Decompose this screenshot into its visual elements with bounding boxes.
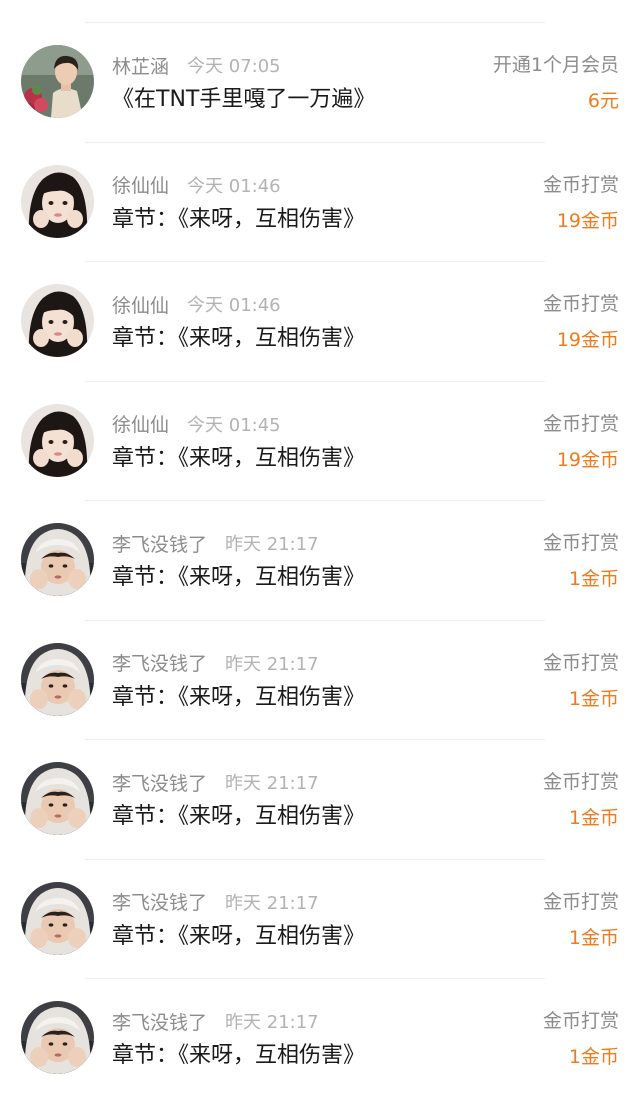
username[interactable]: 李飞没钱了 — [112, 530, 207, 557]
reward-type: 金币打赏 — [542, 771, 619, 793]
reward-amount: 1金币 — [568, 687, 619, 710]
record-meta: 李飞没钱了 昨天 21:17 — [112, 1008, 319, 1035]
record-content[interactable]: 章节：《来呀，互相伤害》 — [112, 803, 365, 831]
record-row[interactable]: 李飞没钱了 昨天 21:17 章节：《来呀，互相伤害》 金币打赏 1金币 — [0, 621, 640, 740]
username[interactable]: 李飞没钱了 — [112, 649, 207, 676]
reward-amount: 1金币 — [568, 926, 619, 949]
reward-record-list: 林芷涵 今天 07:05 《在TNT手里嘎了一万遍》 开通1个月会员 6元 徐仙… — [0, 23, 640, 1099]
record-content[interactable]: 章节：《来呀，互相伤害》 — [112, 325, 365, 353]
avatar-photo-person-white-hood[interactable] — [21, 1001, 94, 1074]
avatar-photo-woman-hands-on-cheeks[interactable] — [21, 403, 94, 477]
record-content[interactable]: 章节：《来呀，互相伤害》 — [112, 684, 365, 712]
record-row[interactable]: 李飞没钱了 昨天 21:17 章节：《来呀，互相伤害》 金币打赏 1金币 — [0, 740, 640, 860]
avatar-photo-person-white-hood[interactable] — [21, 881, 94, 955]
username[interactable]: 徐仙仙 — [112, 410, 169, 437]
avatar-photo-person-white-hood[interactable] — [21, 523, 94, 596]
avatar-photo-person-white-hood[interactable] — [21, 642, 94, 716]
record-row[interactable]: 徐仙仙 今天 01:46 章节：《来呀，互相伤害》 金币打赏 19金币 — [0, 143, 640, 262]
record-content[interactable]: 章节：《来呀，互相伤害》 — [112, 1042, 365, 1070]
reward-type: 金币打赏 — [542, 173, 619, 196]
record-row[interactable]: 林芷涵 今天 07:05 《在TNT手里嘎了一万遍》 开通1个月会员 6元 — [0, 23, 640, 143]
reward-type: 金币打赏 — [542, 890, 619, 913]
record-meta: 李飞没钱了 昨天 21:17 — [112, 530, 319, 557]
timestamp: 昨天 21:17 — [225, 892, 319, 914]
reward-amount: 1金币 — [568, 1046, 619, 1068]
record-meta: 徐仙仙 今天 01:46 — [112, 291, 281, 318]
username[interactable]: 徐仙仙 — [112, 171, 169, 198]
record-content[interactable]: 章节：《来呀，互相伤害》 — [112, 564, 365, 592]
record-row[interactable]: 徐仙仙 今天 01:46 章节：《来呀，互相伤害》 金币打赏 19金币 — [0, 262, 640, 382]
avatar-photo-woman-hands-on-cheeks[interactable] — [21, 164, 94, 238]
record-row[interactable]: 徐仙仙 今天 01:45 章节：《来呀，互相伤害》 金币打赏 19金币 — [0, 382, 640, 501]
record-meta: 李飞没钱了 昨天 21:17 — [112, 769, 319, 796]
record-meta: 林芷涵 今天 07:05 — [112, 52, 281, 79]
timestamp: 昨天 21:17 — [225, 1012, 319, 1033]
reward-type: 金币打赏 — [542, 1010, 619, 1032]
reward-amount: 19金币 — [556, 329, 619, 351]
reward-amount: 6元 — [587, 90, 619, 112]
record-meta: 徐仙仙 今天 01:46 — [112, 173, 281, 197]
username[interactable]: 李飞没钱了 — [112, 888, 207, 915]
timestamp: 昨天 21:17 — [225, 534, 319, 555]
timestamp: 今天 01:46 — [187, 175, 281, 197]
record-row[interactable]: 李飞没钱了 昨天 21:17 章节：《来呀，互相伤害》 金币打赏 1金币 — [0, 501, 640, 621]
record-content[interactable]: 《在TNT手里嘎了一万遍》 — [112, 86, 375, 114]
reward-amount: 1金币 — [568, 807, 619, 829]
reward-type: 开通1个月会员 — [492, 54, 619, 76]
record-meta: 李飞没钱了 昨天 21:17 — [112, 651, 319, 675]
record-row[interactable]: 李飞没钱了 昨天 21:17 章节：《来呀，互相伤害》 金币打赏 1金币 — [0, 979, 640, 1099]
avatar-photo-person-white-hood[interactable] — [21, 762, 94, 835]
reward-type: 金币打赏 — [542, 532, 619, 554]
reward-amount: 1金币 — [568, 568, 619, 590]
record-row[interactable]: 李飞没钱了 昨天 21:17 章节：《来呀，互相伤害》 金币打赏 1金币 — [0, 860, 640, 979]
record-meta: 李飞没钱了 昨天 21:17 — [112, 890, 319, 914]
avatar-photo-woman-hands-on-cheeks[interactable] — [21, 284, 94, 357]
username[interactable]: 徐仙仙 — [112, 291, 169, 318]
timestamp: 昨天 21:17 — [225, 653, 319, 675]
username[interactable]: 李飞没钱了 — [112, 769, 207, 796]
timestamp: 昨天 21:17 — [225, 773, 319, 794]
record-content[interactable]: 章节：《来呀，互相伤害》 — [112, 445, 365, 473]
timestamp: 今天 01:45 — [187, 414, 281, 436]
reward-type: 金币打赏 — [542, 412, 619, 435]
timestamp: 今天 01:46 — [187, 295, 281, 316]
record-content[interactable]: 章节：《来呀，互相伤害》 — [112, 923, 365, 951]
username[interactable]: 李飞没钱了 — [112, 1008, 207, 1035]
reward-amount: 19金币 — [556, 209, 619, 232]
reward-type: 金币打赏 — [542, 293, 619, 315]
reward-amount: 19金币 — [556, 448, 619, 471]
record-meta: 徐仙仙 今天 01:45 — [112, 412, 281, 436]
record-content[interactable]: 章节：《来呀，互相伤害》 — [112, 206, 365, 234]
timestamp: 今天 07:05 — [187, 56, 281, 77]
avatar-photo-man-with-flowers[interactable] — [21, 45, 94, 118]
reward-type: 金币打赏 — [542, 651, 619, 674]
username[interactable]: 林芷涵 — [112, 52, 169, 79]
